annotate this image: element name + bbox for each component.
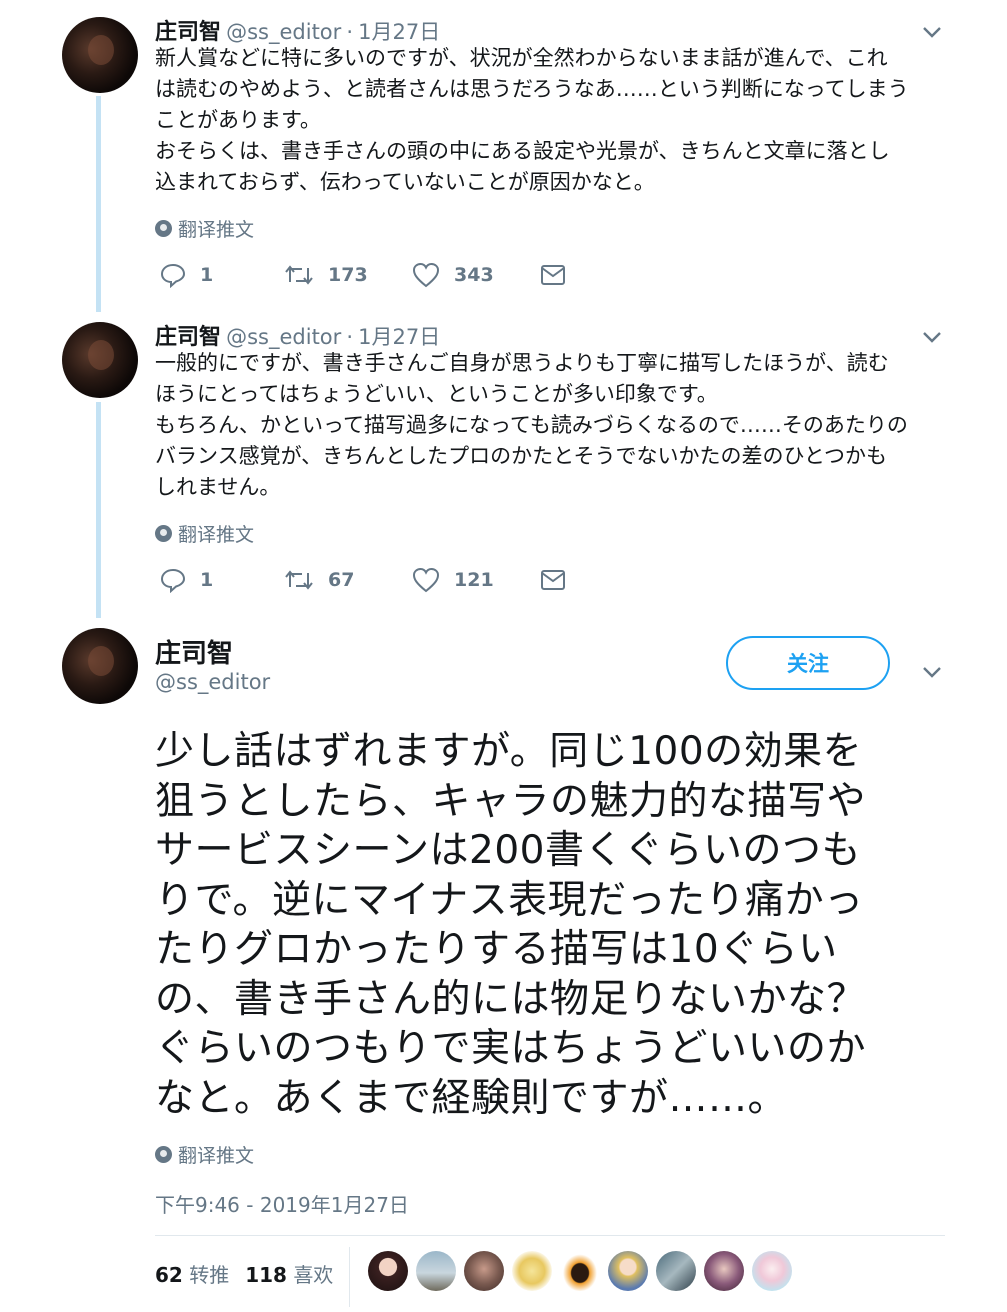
divider [155,1235,945,1236]
envelope-icon [541,265,565,285]
retweet-icon [285,570,313,590]
tweet-text-line: ぐらいのつもりで実はちょうどいいのか [155,1026,867,1071]
separator-dot: · [346,20,354,44]
liker-avatar[interactable] [560,1251,600,1291]
tweet-text-line: 一般的にですが、書き手さんご自身が思うよりも丁寧に描写したほうが、読む [155,351,889,375]
reply-count: 1 [200,264,214,286]
tweet-text-line: 新人賞などに特に多いのですが、状況が全然わからないまま話が進んで、これ [155,46,888,70]
translate-tweet-link[interactable]: 翻译推文 [155,215,254,242]
tweet-header: 庄司智 @ss_editor · 1月27日 [155,319,440,351]
avatar[interactable] [62,628,138,704]
translate-label: 翻译推文 [178,219,255,241]
liker-avatar[interactable] [704,1251,744,1291]
like-stat[interactable]: 118 喜欢 [245,1259,333,1288]
heart-icon [412,262,440,288]
liker-avatar[interactable] [656,1251,696,1291]
tweet-actions: 1 173 343 [160,262,566,288]
translate-tweet-link[interactable]: 翻译推文 [155,1141,254,1168]
tweet-text-line: の、書き手さん的には物足りないかな？ [155,976,867,1022]
stats-separator [349,1247,350,1307]
liker-avatars [368,1251,792,1291]
liker-avatar[interactable] [608,1251,648,1291]
tweet-text: 少し話はずれますが。同じ100の効果を 狙うとしたら、キャラの魅力的な描写や サ… [155,727,955,1123]
tweet-text-line: もちろん、かといって描写過多になっても読みづらくなるので……そのあたりの [155,413,908,437]
direct-message-button[interactable] [540,569,566,591]
reply-icon [160,263,186,288]
tweet-text-line: ことがあります。 [155,108,321,132]
like-count: 121 [454,569,494,591]
tweet-header: 庄司智 @ss_editor · 1月27日 [155,14,440,46]
globe-icon [155,220,172,237]
author-handle[interactable]: @ss_editor [226,20,341,44]
tweet-text-line: 少し話はずれますが。同じ100の効果を [155,729,863,774]
tweet-text: 新人賞などに特に多いのですが、状況が全然わからないまま話が進んで、これ は読むの… [155,43,945,198]
tweet-text-line: なと。あくまで経験則ですが……。 [155,1075,788,1121]
author-name[interactable]: 庄司智 [155,633,233,670]
avatar[interactable] [62,17,138,93]
tweet-text-line: 狙うとしたら、キャラの魅力的な描写や [155,778,867,824]
liker-avatar[interactable] [464,1251,504,1291]
liker-avatar[interactable] [752,1251,792,1291]
like-count: 343 [454,264,494,286]
tweet-text-line: おそらくは、書き手さんの頭の中にある設定や光景が、きちんと文章に落とし [155,139,890,163]
envelope-icon [541,570,565,590]
author-name[interactable]: 庄司智 [155,20,221,45]
thread-connector [96,402,101,618]
reply-button[interactable]: 1 [160,262,284,288]
tweet-text-line: ほうにとってはちょうどいい、ということが多い印象です。 [155,382,718,406]
retweet-count: 173 [328,264,368,286]
liker-avatar[interactable] [512,1251,552,1291]
chevron-down-icon[interactable] [922,660,942,685]
like-button[interactable]: 343 [412,262,540,288]
like-stat-label: 喜欢 [293,1263,334,1287]
chevron-down-icon[interactable] [922,20,942,45]
retweet-stat[interactable]: 62 转推 [155,1259,229,1288]
tweet-timestamp[interactable]: 下午9:46 - 2019年1月27日 [155,1189,409,1218]
globe-icon [155,525,172,542]
direct-message-button[interactable] [540,264,566,286]
tweet-text-line: サービスシーンは200書くぐらいのつも [155,828,861,873]
tweet-actions: 1 67 121 [160,567,566,593]
retweet-button[interactable]: 67 [284,567,412,593]
reply-icon [160,568,186,593]
tweet-text: 一般的にですが、書き手さんご自身が思うよりも丁寧に描写したほうが、読む ほうにと… [155,348,945,503]
retweet-icon [285,265,313,285]
translate-label: 翻译推文 [178,1145,255,1167]
tweet-text-line: 込まれておらず、伝わっていないことが原因かなと。 [155,170,655,194]
tweet-text-line: しれません。 [155,475,281,499]
separator-dot: · [346,325,354,349]
tweet-date[interactable]: 1月27日 [358,325,440,349]
author-handle[interactable]: @ss_editor [226,325,341,349]
chevron-down-icon[interactable] [922,325,942,350]
reply-button[interactable]: 1 [160,567,284,593]
tweet-date[interactable]: 1月27日 [358,20,440,44]
like-stat-count: 118 [245,1263,287,1287]
heart-icon [412,567,440,593]
retweet-count: 67 [328,569,355,591]
reply-count: 1 [200,569,214,591]
tweet-text-line: たりグロかったりする描写は10ぐらい [155,927,838,972]
avatar[interactable] [62,322,138,398]
liker-avatar[interactable] [368,1251,408,1291]
retweet-stat-label: 转推 [189,1263,230,1287]
author-name[interactable]: 庄司智 [155,325,221,350]
thread-connector [96,96,101,312]
follow-button[interactable]: 关注 [726,636,890,690]
tweet-text-line: りで。逆にマイナス表現だったり痛かっ [155,877,864,923]
liker-avatar[interactable] [416,1251,456,1291]
tweet-text-line: は読むのやめよう、と読者さんは思うだろうなあ……という判断になってしまう [155,77,909,101]
like-button[interactable]: 121 [412,567,540,593]
author-handle[interactable]: @ss_editor [155,670,270,694]
tweet-text-line: バランス感覚が、きちんとしたプロのかたとそうでないかたの差のひとつかも [155,444,888,468]
globe-icon [155,1146,172,1163]
translate-label: 翻译推文 [178,524,255,546]
translate-tweet-link[interactable]: 翻译推文 [155,520,254,547]
author-name-text: 庄司智 [155,639,234,669]
engagement-stats: 62 转推 118 喜欢 [155,1259,333,1288]
retweet-stat-count: 62 [155,1263,183,1287]
retweet-button[interactable]: 173 [284,262,412,288]
